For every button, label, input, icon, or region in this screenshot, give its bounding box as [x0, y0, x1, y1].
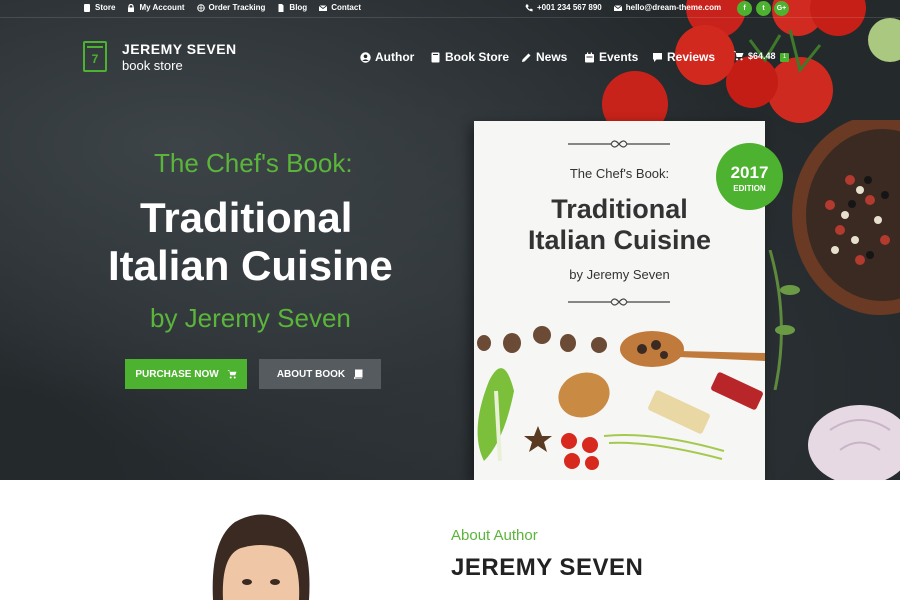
author-avatar: [212, 514, 310, 600]
envelope-icon: [613, 4, 622, 11]
hero-title-line1: Traditional: [140, 194, 353, 241]
edition-year: 2017: [730, 163, 769, 182]
topbar-link-contact[interactable]: Contact: [319, 3, 361, 12]
topbar-link-store[interactable]: Store: [83, 3, 115, 12]
envelope-icon: [319, 4, 328, 11]
book-author: by Jeremy Seven: [569, 267, 670, 282]
topbar-email[interactable]: hello@dream-theme.com: [613, 3, 721, 12]
topbar-phone[interactable]: +001 234 567 890: [525, 3, 602, 12]
phone-icon: [525, 4, 533, 11]
logo-title[interactable]: JEREMY SEVEN: [122, 41, 237, 57]
about-book-button[interactable]: ABOUT BOOK: [259, 359, 381, 389]
purchase-now-button[interactable]: PURCHASE NOW: [125, 359, 247, 389]
book-icon: [431, 52, 440, 62]
nav-item-author[interactable]: Author: [360, 50, 414, 64]
about-author-kicker: About Author: [451, 527, 538, 544]
nav-item-news[interactable]: News: [521, 50, 567, 64]
leaf-decoration: [768, 250, 800, 390]
hero-author: by Jeremy Seven: [150, 303, 351, 333]
garlic-decoration: [808, 405, 900, 480]
globe-icon: [196, 3, 205, 12]
book-title-line1: Traditional: [551, 194, 688, 224]
twitter-icon[interactable]: t: [756, 1, 771, 16]
comment-icon: [653, 52, 662, 62]
topbar-link-my-account[interactable]: My Account: [127, 3, 185, 12]
hero-section: Store My Account Order Tracking Blog Con…: [0, 0, 900, 480]
edition-badge: 2017 EDITION: [716, 143, 783, 210]
facebook-icon[interactable]: f: [737, 1, 752, 16]
about-author-name: JEREMY SEVEN: [451, 554, 644, 581]
logo-number: 7: [91, 52, 99, 66]
cover-food-illustration: [477, 326, 765, 470]
hero-kicker: The Chef's Book:: [154, 148, 353, 178]
google-plus-icon[interactable]: G+: [774, 1, 789, 16]
cart-count-badge: 1: [780, 53, 789, 62]
pencil-icon: [522, 53, 531, 62]
lock-icon: [128, 3, 135, 12]
topbar-link-order-tracking[interactable]: Order Tracking: [196, 3, 265, 12]
top-bar: Store My Account Order Tracking Blog Con…: [0, 0, 900, 18]
edition-label: EDITION: [733, 184, 766, 193]
book-icon: [354, 369, 363, 379]
user-icon: [360, 51, 371, 63]
topbar-link-blog[interactable]: Blog: [277, 3, 307, 12]
logo-book-icon[interactable]: 7: [83, 41, 107, 72]
hero-title-line2: Italian Cuisine: [108, 242, 393, 289]
tomato-decoration: [602, 0, 900, 137]
document-icon: [278, 3, 284, 12]
ornament-top-icon: [568, 140, 670, 148]
cart-total: $64.48: [748, 50, 776, 61]
nav-item-reviews[interactable]: Reviews: [652, 50, 715, 64]
nav-item-events[interactable]: Events: [584, 50, 638, 64]
logo-subtitle: book store: [122, 58, 183, 73]
nav-item-book-store[interactable]: Book Store: [430, 50, 509, 64]
store-icon: [84, 3, 90, 12]
cart-icon: [227, 370, 237, 379]
ornament-bottom-icon: [568, 298, 670, 306]
calendar-icon: [585, 52, 594, 62]
book-title-line2: Italian Cuisine: [527, 225, 712, 255]
cart-button[interactable]: $64.48: [733, 50, 776, 61]
cart-icon: [733, 51, 744, 61]
